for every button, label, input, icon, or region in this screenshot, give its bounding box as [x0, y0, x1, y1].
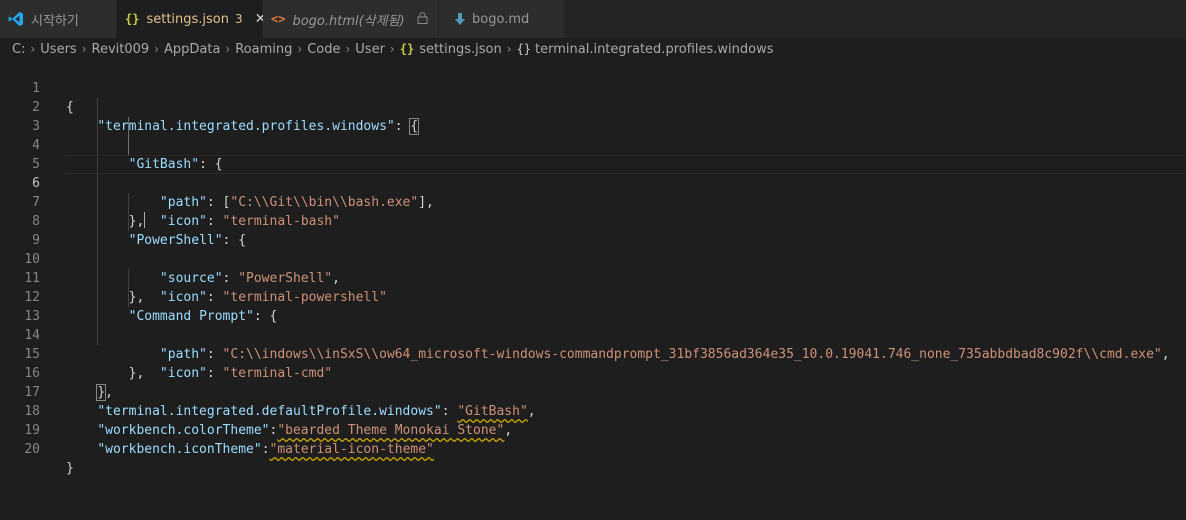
markdown-icon — [455, 12, 465, 26]
code-line: 18 "workbench.colorTheme":"bearded Theme… — [0, 383, 1186, 438]
code-line: 5 "icon": "terminal-bash" — [0, 136, 1186, 229]
indent-guide — [97, 136, 98, 155]
breadcrumb: C: › Users › Revit009 › AppData › Roamin… — [0, 38, 1186, 60]
code-line: 11 "Command Prompt": { — [0, 250, 1186, 324]
breadcrumb-item[interactable]: User — [355, 42, 385, 57]
code-line: 20 } — [0, 421, 1186, 476]
warning-squiggle: "material-icon-theme" — [269, 442, 434, 457]
breadcrumb-item[interactable]: AppData — [164, 42, 220, 57]
chevron-right-icon: › — [81, 42, 87, 56]
breadcrumb-symbol[interactable]: terminal.integrated.profiles.windows — [535, 42, 774, 57]
code-text: } — [66, 461, 74, 476]
chevron-right-icon: › — [154, 42, 159, 56]
tab-label: settings.json — [146, 11, 230, 27]
json-braces-icon: {} — [125, 12, 140, 26]
breadcrumb-item[interactable]: Roaming — [235, 42, 292, 57]
code-line: 15 — [0, 326, 1186, 362]
indent-guide — [97, 269, 98, 288]
code-line: 1 { — [0, 60, 1186, 115]
tab-welcome[interactable]: 시작하기 — [0, 0, 117, 38]
code-line: 8 "source": "PowerShell", — [0, 193, 1186, 286]
code-line: 16 }, — [0, 345, 1186, 401]
json-braces-icon: {} — [399, 42, 415, 56]
breadcrumb-file[interactable]: settings.json — [419, 42, 502, 57]
chevron-right-icon: › — [506, 42, 512, 56]
code-line: 12 "path": "C:\\indows\\inSxS\\ow64_micr… — [0, 269, 1186, 362]
breadcrumb-item[interactable]: C: — [12, 42, 25, 57]
code-line: 4 "path": ["C:\\Git\\bin\\bash.exe"], — [0, 117, 1186, 210]
chevron-right-icon: › — [30, 42, 36, 56]
html-icon: <> — [271, 12, 286, 26]
code-editor[interactable]: 1 { 2 "terminal.integrated.profiles.wind… — [0, 60, 1186, 520]
indent-guide — [128, 269, 129, 288]
code-line: 14 }, — [0, 307, 1186, 381]
tab-label: bogo.html(삭제됨) — [292, 13, 405, 29]
code-line-current: 6 }, — [0, 155, 1186, 229]
indent-guide — [97, 193, 98, 212]
code-line: 3 "GitBash": { — [0, 98, 1186, 172]
indent-guide — [97, 155, 98, 174]
indent-guide — [97, 307, 98, 326]
code-line: 7 "PowerShell": { — [0, 174, 1186, 248]
code-line: 9 "icon": "terminal-powershell" — [0, 212, 1186, 305]
tab-bogo-html[interactable]: <> bogo.html(삭제됨) — [263, 0, 439, 38]
code-line: 19 "workbench.iconTheme":"material-icon-… — [0, 402, 1186, 457]
chevron-right-icon: › — [345, 42, 351, 56]
indent-guide — [97, 174, 98, 193]
chevron-right-icon: › — [297, 42, 303, 56]
code-text: "workbench.iconTheme":"material-icon-the… — [97, 442, 434, 457]
tab-bogo-md[interactable]: bogo.md — [439, 0, 565, 38]
indent-guide — [128, 212, 129, 231]
vscode-logo-icon — [8, 11, 24, 27]
indent-guide — [97, 288, 98, 307]
indent-guide — [128, 136, 129, 155]
tab-settings-json[interactable]: {} settings.json 3 ✕ — [117, 0, 266, 38]
indent-guide — [128, 117, 129, 136]
problems-count-badge: 3 — [235, 12, 243, 26]
tab-bar: 시작하기 {} settings.json 3 ✕ <> bogo.html(삭… — [0, 0, 1186, 38]
chevron-right-icon: › — [225, 42, 231, 56]
indent-guide — [128, 288, 129, 307]
object-symbol-icon: {} — [516, 42, 532, 56]
breadcrumb-item[interactable]: Users — [40, 42, 76, 57]
code-line: 10 }, — [0, 231, 1186, 305]
indent-guide — [128, 193, 129, 212]
line-number: 20 — [24, 442, 40, 457]
code-line: 2 "terminal.integrated.profiles.windows"… — [0, 79, 1186, 135]
chevron-right-icon: › — [389, 42, 395, 56]
tab-label: bogo.md — [472, 11, 530, 27]
indent-guide — [97, 117, 98, 136]
indent-guide — [97, 212, 98, 231]
breadcrumb-item[interactable]: Revit009 — [92, 42, 150, 57]
code-line: 13 "icon": "terminal-cmd" — [0, 288, 1186, 381]
tab-label: 시작하기 — [31, 13, 79, 29]
indent-guide — [97, 231, 98, 250]
indent-guide — [97, 98, 98, 117]
lock-icon — [417, 11, 428, 27]
breadcrumb-item[interactable]: Code — [307, 42, 340, 57]
indent-guide — [97, 326, 98, 345]
indent-guide — [97, 250, 98, 269]
code-line: 17 "terminal.integrated.defaultProfile.w… — [0, 364, 1186, 419]
